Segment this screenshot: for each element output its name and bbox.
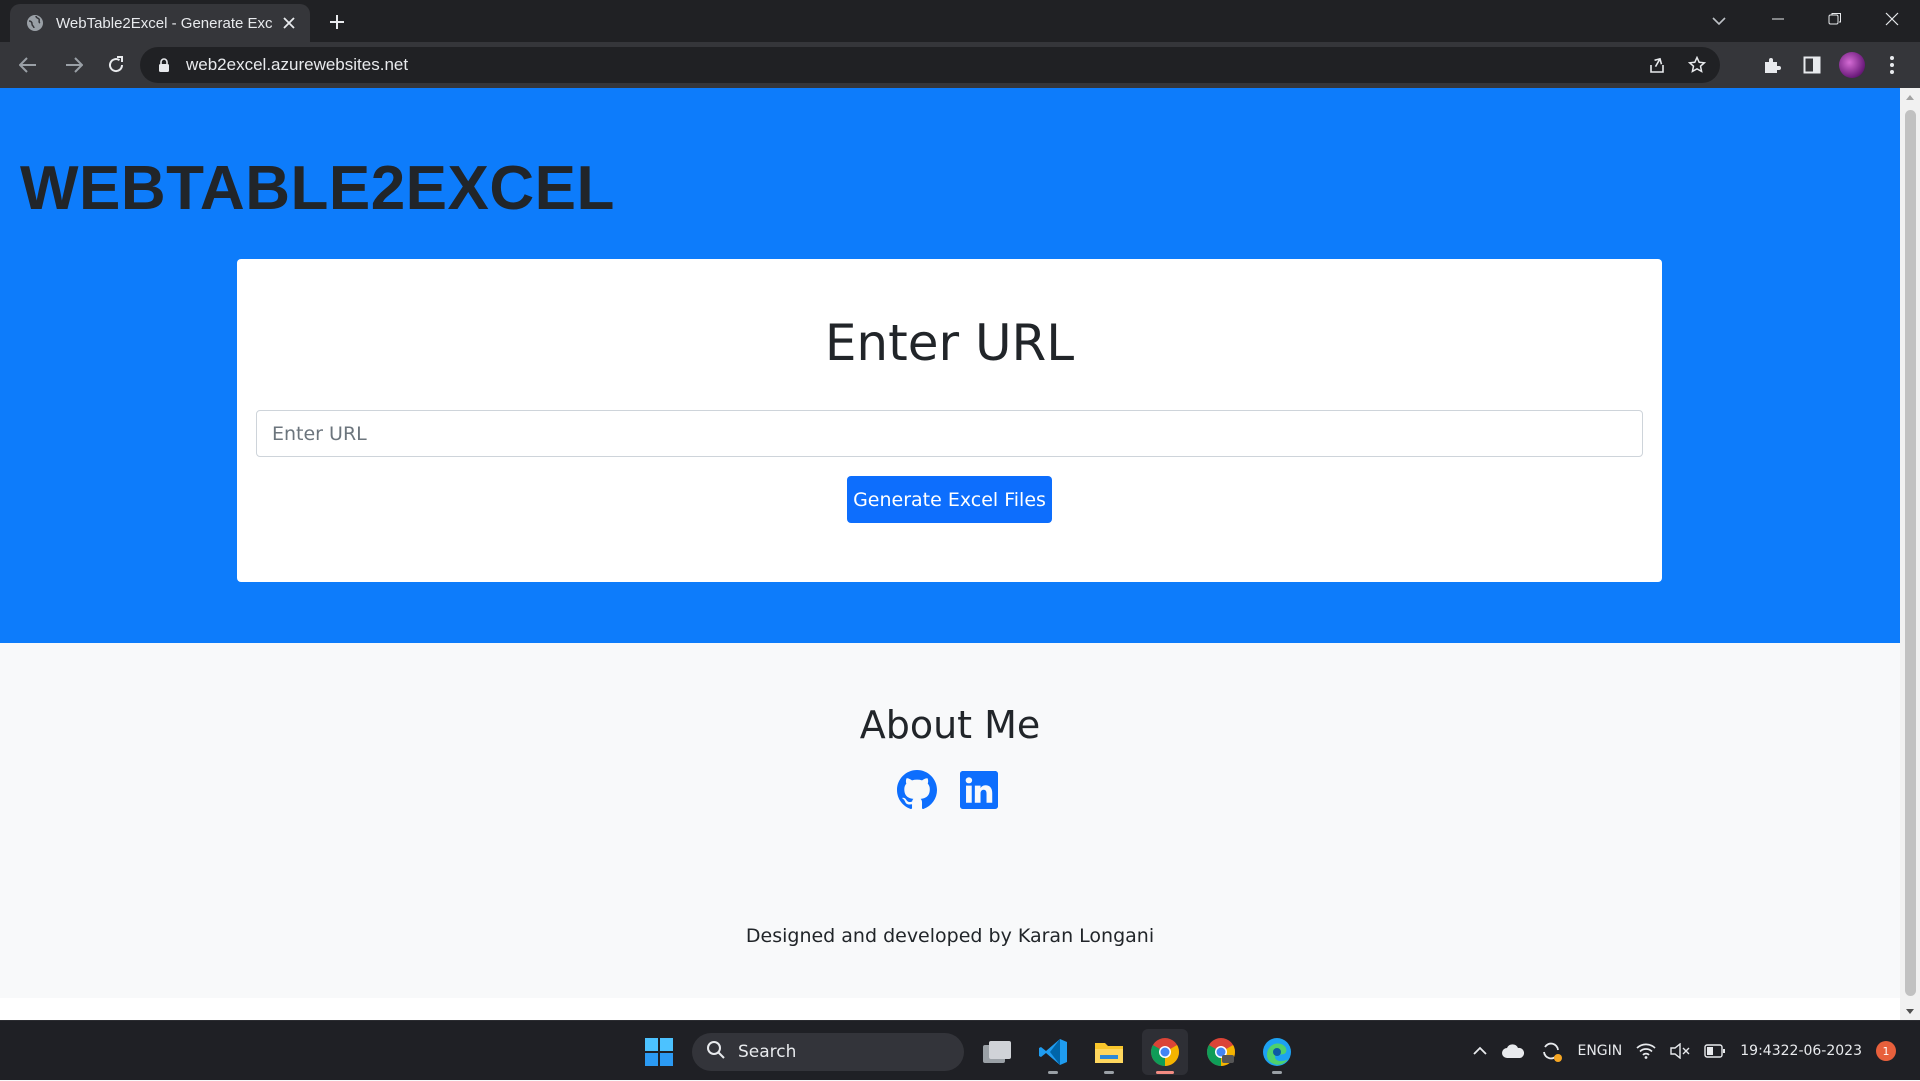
address-bar[interactable]: web2excel.azurewebsites.net	[140, 47, 1720, 83]
linkedin-icon[interactable]	[959, 770, 999, 810]
sync-update-icon[interactable]	[1539, 1039, 1563, 1063]
extensions-puzzle-icon[interactable]	[1754, 47, 1790, 83]
browser-toolbar: web2excel.azurewebsites.net	[0, 42, 1920, 88]
about-title: About Me	[859, 703, 1041, 747]
scrollbar-thumb[interactable]	[1905, 110, 1916, 996]
browser-tab[interactable]: WebTable2Excel - Generate Excel	[10, 4, 310, 42]
card-title: Enter URL	[824, 314, 1075, 372]
language-code: ENG	[1577, 1043, 1608, 1059]
search-icon	[706, 1040, 726, 1064]
search-label: Search	[738, 1042, 797, 1062]
chrome-beta-icon[interactable]	[1198, 1029, 1244, 1075]
wifi-icon[interactable]	[1636, 1043, 1656, 1059]
side-panel-icon[interactable]	[1794, 47, 1830, 83]
volume-muted-icon[interactable]	[1670, 1043, 1690, 1059]
windows-start-icon[interactable]	[636, 1029, 682, 1075]
page-bottom-strip	[0, 998, 1900, 1020]
onedrive-cloud-icon[interactable]	[1501, 1043, 1525, 1059]
share-icon[interactable]	[1642, 50, 1672, 80]
page-viewport: WEBTABLE2EXCEL Enter URL Generate Excel …	[0, 88, 1920, 1020]
window-controls	[1749, 0, 1920, 42]
browser-tab-strip: WebTable2Excel - Generate Excel	[0, 0, 1920, 42]
social-links	[897, 770, 999, 810]
chrome-icon[interactable]	[1142, 1029, 1188, 1075]
minimize-icon[interactable]	[1749, 0, 1806, 38]
url-input[interactable]	[256, 410, 1643, 457]
task-view-icon[interactable]	[974, 1029, 1020, 1075]
region-code: IN	[1607, 1043, 1623, 1059]
scroll-up-arrow-icon[interactable]	[1900, 88, 1920, 106]
system-clock[interactable]: 19:43 22-06-2023	[1740, 1042, 1862, 1060]
about-section: About Me Designed and developed by Karan…	[0, 643, 1900, 998]
notification-badge[interactable]: 1	[1876, 1041, 1896, 1061]
hero-section: WEBTABLE2EXCEL Enter URL Generate Excel …	[0, 88, 1900, 643]
chevron-up-icon[interactable]	[1473, 1046, 1488, 1056]
bookmark-star-icon[interactable]	[1682, 50, 1712, 80]
tab-title: WebTable2Excel - Generate Excel	[56, 14, 272, 32]
scroll-down-arrow-icon[interactable]	[1900, 1002, 1920, 1020]
new-tab-button[interactable]	[324, 9, 350, 35]
windows-taskbar: Search ENG IN 19:43 22-06-2023 1	[0, 1020, 1920, 1080]
forward-arrow-icon[interactable]	[54, 45, 94, 85]
vscode-icon[interactable]	[1030, 1029, 1076, 1075]
clock-date: 22-06-2023	[1780, 1043, 1862, 1059]
globe-icon	[26, 14, 44, 32]
close-tab-icon[interactable]	[280, 14, 298, 32]
url-text[interactable]: web2excel.azurewebsites.net	[186, 55, 1642, 75]
site-brand: WEBTABLE2EXCEL	[20, 154, 615, 223]
menu-kebab-icon[interactable]	[1874, 47, 1910, 83]
profile-avatar[interactable]	[1834, 47, 1870, 83]
system-tray: ENG IN 19:43 22-06-2023 1	[1473, 1021, 1896, 1081]
lock-icon[interactable]	[152, 53, 176, 77]
language-indicator[interactable]: ENG IN	[1577, 1042, 1622, 1060]
credit-text: Designed and developed by Karan Longani	[745, 925, 1155, 947]
edge-icon[interactable]	[1254, 1029, 1300, 1075]
battery-icon[interactable]	[1704, 1044, 1726, 1058]
vertical-scrollbar[interactable]	[1900, 88, 1920, 1020]
github-icon[interactable]	[897, 770, 937, 810]
url-form-card: Enter URL Generate Excel Files	[237, 259, 1662, 582]
tab-search-chevron-icon[interactable]	[1706, 8, 1732, 34]
close-window-icon[interactable]	[1863, 0, 1920, 38]
file-explorer-icon[interactable]	[1086, 1029, 1132, 1075]
generate-excel-button[interactable]: Generate Excel Files	[847, 476, 1052, 523]
taskbar-search[interactable]: Search	[692, 1033, 964, 1071]
back-arrow-icon[interactable]	[8, 45, 48, 85]
restore-icon[interactable]	[1806, 0, 1863, 38]
clock-time: 19:43	[1740, 1043, 1781, 1059]
reload-icon[interactable]	[96, 45, 136, 85]
